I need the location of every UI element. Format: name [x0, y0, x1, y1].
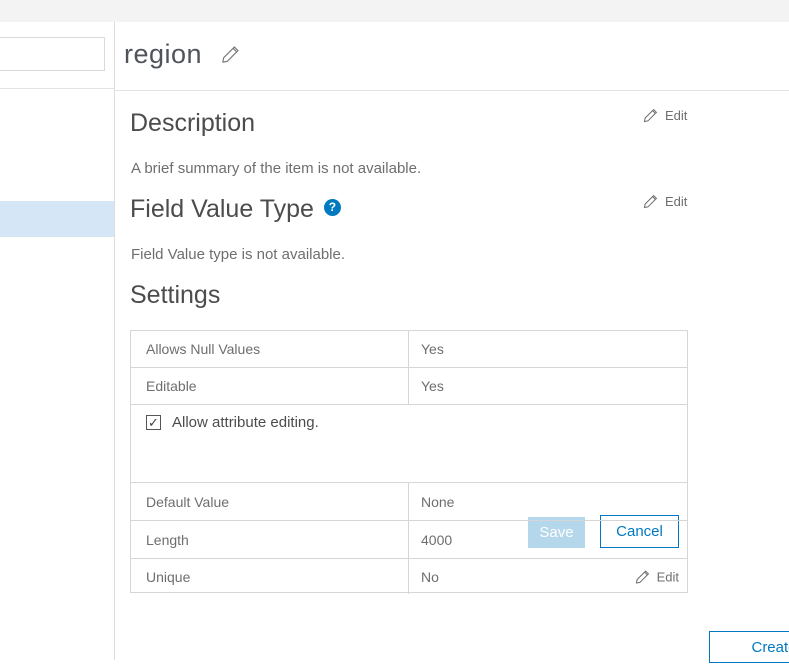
- row-label: Unique: [131, 559, 409, 594]
- sidebar-search-input[interactable]: [0, 37, 105, 71]
- editable-edit-panel: ✓ Allow attribute editing. Save Cancel: [131, 405, 687, 483]
- sidebar-selected-item[interactable]: [0, 201, 114, 237]
- description-heading: Description: [130, 109, 255, 138]
- row-value: Yes: [409, 368, 687, 404]
- field-details-page: region Description Edit A brief summary …: [0, 0, 789, 664]
- row-label: Allows Null Values: [131, 331, 409, 367]
- field-value-type-edit-button[interactable]: Edit: [643, 194, 687, 209]
- unique-edit-button[interactable]: Edit: [635, 569, 679, 584]
- row-value-text: No: [421, 569, 439, 585]
- table-row-editable: Editable Yes: [131, 368, 687, 405]
- row-value: None: [409, 483, 687, 520]
- table-row-unique: Unique No Edit: [131, 559, 687, 594]
- field-value-type-heading: Field Value Type?: [130, 195, 341, 224]
- allow-attribute-editing-option: ✓ Allow attribute editing.: [146, 414, 319, 431]
- pencil-icon: [635, 569, 650, 584]
- row-label: Default Value: [131, 483, 409, 520]
- table-row-length: Length 4000: [131, 521, 687, 559]
- allow-attribute-editing-label: Allow attribute editing.: [172, 414, 319, 431]
- description-body: A brief summary of the item is not avail…: [131, 160, 421, 177]
- field-value-type-heading-text: Field Value Type: [130, 195, 314, 223]
- settings-heading: Settings: [130, 281, 220, 310]
- page-title: region: [124, 39, 202, 70]
- pencil-icon: [643, 108, 658, 123]
- edit-label: Edit: [665, 108, 687, 123]
- edit-label: Edit: [657, 569, 679, 584]
- row-value: Yes: [409, 331, 687, 367]
- header-divider: [115, 90, 789, 91]
- table-row-default-value: Default Value None: [131, 483, 687, 521]
- field-value-type-body: Field Value type is not available.: [131, 246, 345, 263]
- description-edit-button[interactable]: Edit: [643, 108, 687, 123]
- allow-attribute-editing-checkbox[interactable]: ✓: [146, 415, 161, 430]
- title-edit-pencil-icon[interactable]: [221, 45, 240, 64]
- edit-label: Edit: [665, 194, 687, 209]
- row-value: 4000: [409, 521, 687, 558]
- row-label: Editable: [131, 368, 409, 404]
- pencil-icon: [643, 194, 658, 209]
- table-row-allows-null-values: Allows Null Values Yes: [131, 331, 687, 368]
- top-bar: [0, 0, 789, 22]
- row-value: No Edit: [409, 559, 687, 594]
- settings-table: Allows Null Values Yes Editable Yes ✓ Al…: [130, 330, 688, 593]
- row-label: Length: [131, 521, 409, 558]
- sidebar-divider: [0, 88, 114, 89]
- create-button[interactable]: Create: [709, 631, 789, 663]
- sidebar-content-divider: [114, 22, 115, 660]
- help-icon[interactable]: ?: [324, 199, 341, 216]
